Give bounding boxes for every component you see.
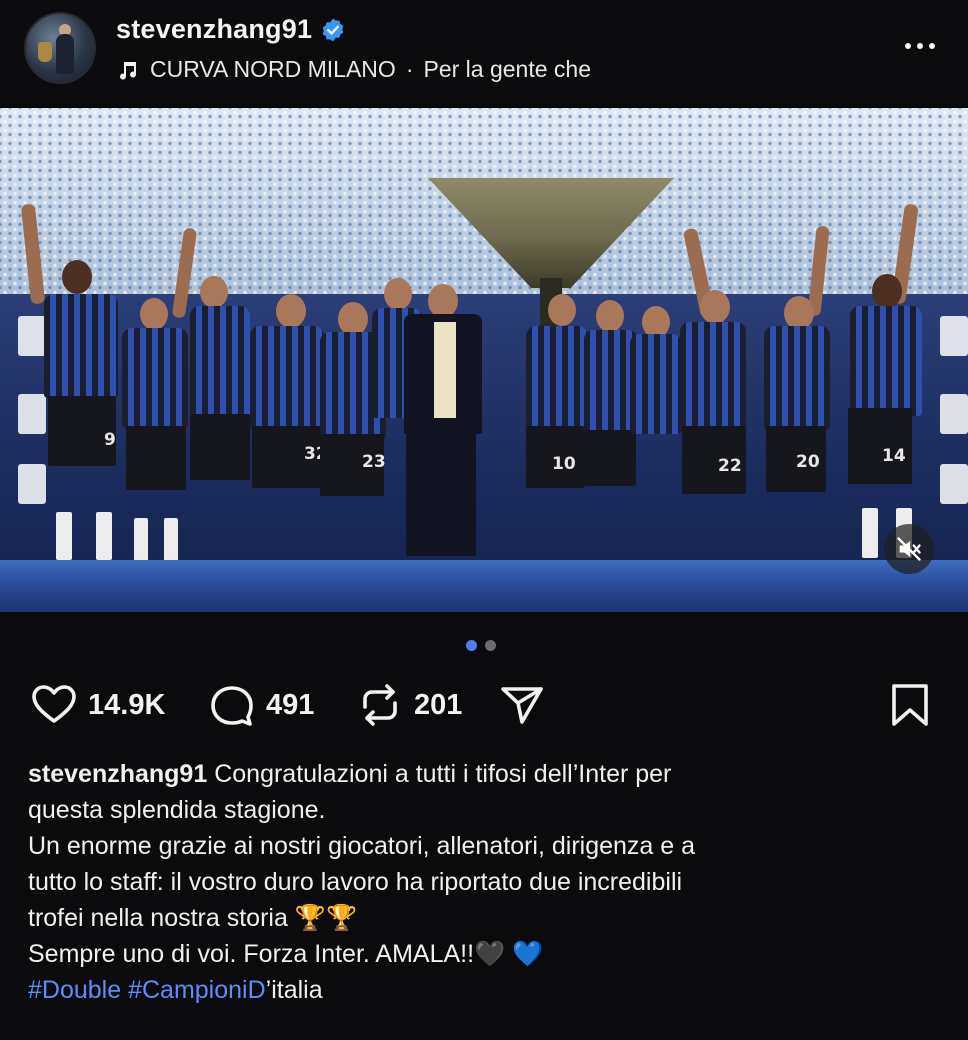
player-head <box>784 296 814 330</box>
player-head <box>596 300 624 332</box>
more-options-icon[interactable] <box>898 34 942 58</box>
caption-line: questa splendida stagione. <box>28 796 326 824</box>
player-head <box>276 294 306 328</box>
player-sock <box>164 518 178 564</box>
player-sock <box>96 512 112 560</box>
mute-icon[interactable] <box>884 524 934 574</box>
trophy-emoji: 🏆🏆 <box>294 904 358 932</box>
sponsor-logo <box>18 394 46 434</box>
caption-line: stevenzhang91 Congratulazioni a tutti i … <box>28 756 940 792</box>
avatar[interactable] <box>24 12 96 84</box>
repost-icon <box>363 684 397 726</box>
comment-count: 491 <box>266 688 315 721</box>
caption-text: Sempre uno di voi. Forza Inter. AMALA!! <box>28 940 475 968</box>
verified-badge-icon <box>322 18 344 41</box>
jersey-number: 10 <box>552 454 576 474</box>
player-jersey <box>44 294 118 398</box>
caption-text: trofei nella nostra storia <box>28 904 288 932</box>
player-head <box>384 278 412 310</box>
player-sock <box>134 518 148 564</box>
player-head <box>872 274 902 308</box>
caption-line: tutto lo staff: il vostro duro lavoro ha… <box>28 868 683 896</box>
carousel-indicator <box>466 640 496 651</box>
sponsor-logo <box>940 316 968 356</box>
repost-count: 201 <box>414 688 463 721</box>
player-head <box>700 290 730 324</box>
repost-button[interactable]: 201 <box>356 680 462 730</box>
more-dot <box>929 43 935 49</box>
hashtag-line: #Double #CampioniD’italia <box>28 972 940 1008</box>
jersey-number: 22 <box>718 456 742 476</box>
username[interactable]: stevenzhang91 <box>116 14 312 45</box>
action-bar: 14.9K 491 201 <box>0 680 968 740</box>
music-track: Per la gente che <box>423 56 591 82</box>
post-header: stevenzhang91 CURVA NORD MILANO · Per la… <box>0 0 968 108</box>
bookmark-button[interactable] <box>886 680 934 730</box>
avatar-figure <box>56 34 74 74</box>
player-jersey <box>526 326 588 430</box>
comment-icon <box>211 686 253 726</box>
player-jersey <box>680 322 746 430</box>
player-head <box>548 294 576 326</box>
share-icon <box>501 687 543 724</box>
avatar-trophy <box>38 42 52 62</box>
caption-text: Congratulazioni a tutti i tifosi dell’In… <box>214 760 672 788</box>
player-jersey <box>190 306 250 418</box>
player-jersey <box>630 334 682 434</box>
president-head <box>428 284 458 318</box>
president-shirt <box>434 322 456 418</box>
more-dot <box>905 43 911 49</box>
caption-line: Sempre uno di voi. Forza Inter. AMALA!!🖤… <box>28 936 940 972</box>
bookmark-icon <box>892 684 928 726</box>
speaker-muted-icon <box>897 537 921 561</box>
comment-button[interactable]: 491 <box>208 680 314 730</box>
jersey-number: 14 <box>882 446 906 466</box>
caption-line: Un enorme grazie ai nostri giocatori, al… <box>28 832 696 860</box>
music-separator: · <box>405 56 414 82</box>
sponsor-logo <box>18 464 46 504</box>
caption-username[interactable]: stevenzhang91 <box>28 760 207 788</box>
player-jersey <box>122 328 188 428</box>
player-sock <box>56 512 72 560</box>
player-head <box>200 276 228 308</box>
post-photo[interactable]: 9 32 23 10 22 20 14 <box>0 108 968 612</box>
player-shorts <box>126 426 186 490</box>
share-button[interactable] <box>498 680 546 730</box>
carousel-dot-active <box>466 640 477 651</box>
jersey-number: 23 <box>362 452 386 472</box>
like-button[interactable]: 14.9K <box>30 680 165 730</box>
jersey-number: 20 <box>796 452 820 472</box>
player-head <box>62 260 92 294</box>
username-row: stevenzhang91 <box>116 14 346 45</box>
president-trousers <box>406 430 476 556</box>
sponsor-logo <box>18 316 46 356</box>
sponsor-logo <box>940 464 968 504</box>
player-jersey <box>850 306 922 416</box>
like-count: 14.9K <box>88 688 166 721</box>
jersey-number: 9 <box>104 430 116 450</box>
player-head <box>140 298 168 330</box>
player-shorts <box>190 414 250 480</box>
heart-icon <box>32 685 76 723</box>
player-shorts <box>584 430 636 486</box>
hashtag-double[interactable]: #Double <box>28 976 121 1004</box>
hashtag-suffix: ’italia <box>265 976 323 1004</box>
player-jersey <box>764 326 830 430</box>
carousel-dot <box>485 640 496 651</box>
music-note-icon <box>120 61 137 80</box>
music-artist: CURVA NORD MILANO <box>150 56 396 82</box>
player-head <box>338 302 368 336</box>
sponsor-logo <box>940 394 968 434</box>
caption-line: trofei nella nostra storia 🏆🏆 <box>28 900 940 936</box>
player-jersey <box>250 326 324 430</box>
post-caption: stevenzhang91 Congratulazioni a tutti i … <box>28 756 940 1008</box>
more-dot <box>917 43 923 49</box>
hashtag-campioni[interactable]: #CampioniD <box>128 976 266 1004</box>
heart-emoji: 🖤 💙 <box>474 940 544 968</box>
player-sock <box>862 508 878 558</box>
music-attribution[interactable]: CURVA NORD MILANO · Per la gente che <box>116 56 591 83</box>
podium <box>0 560 968 612</box>
